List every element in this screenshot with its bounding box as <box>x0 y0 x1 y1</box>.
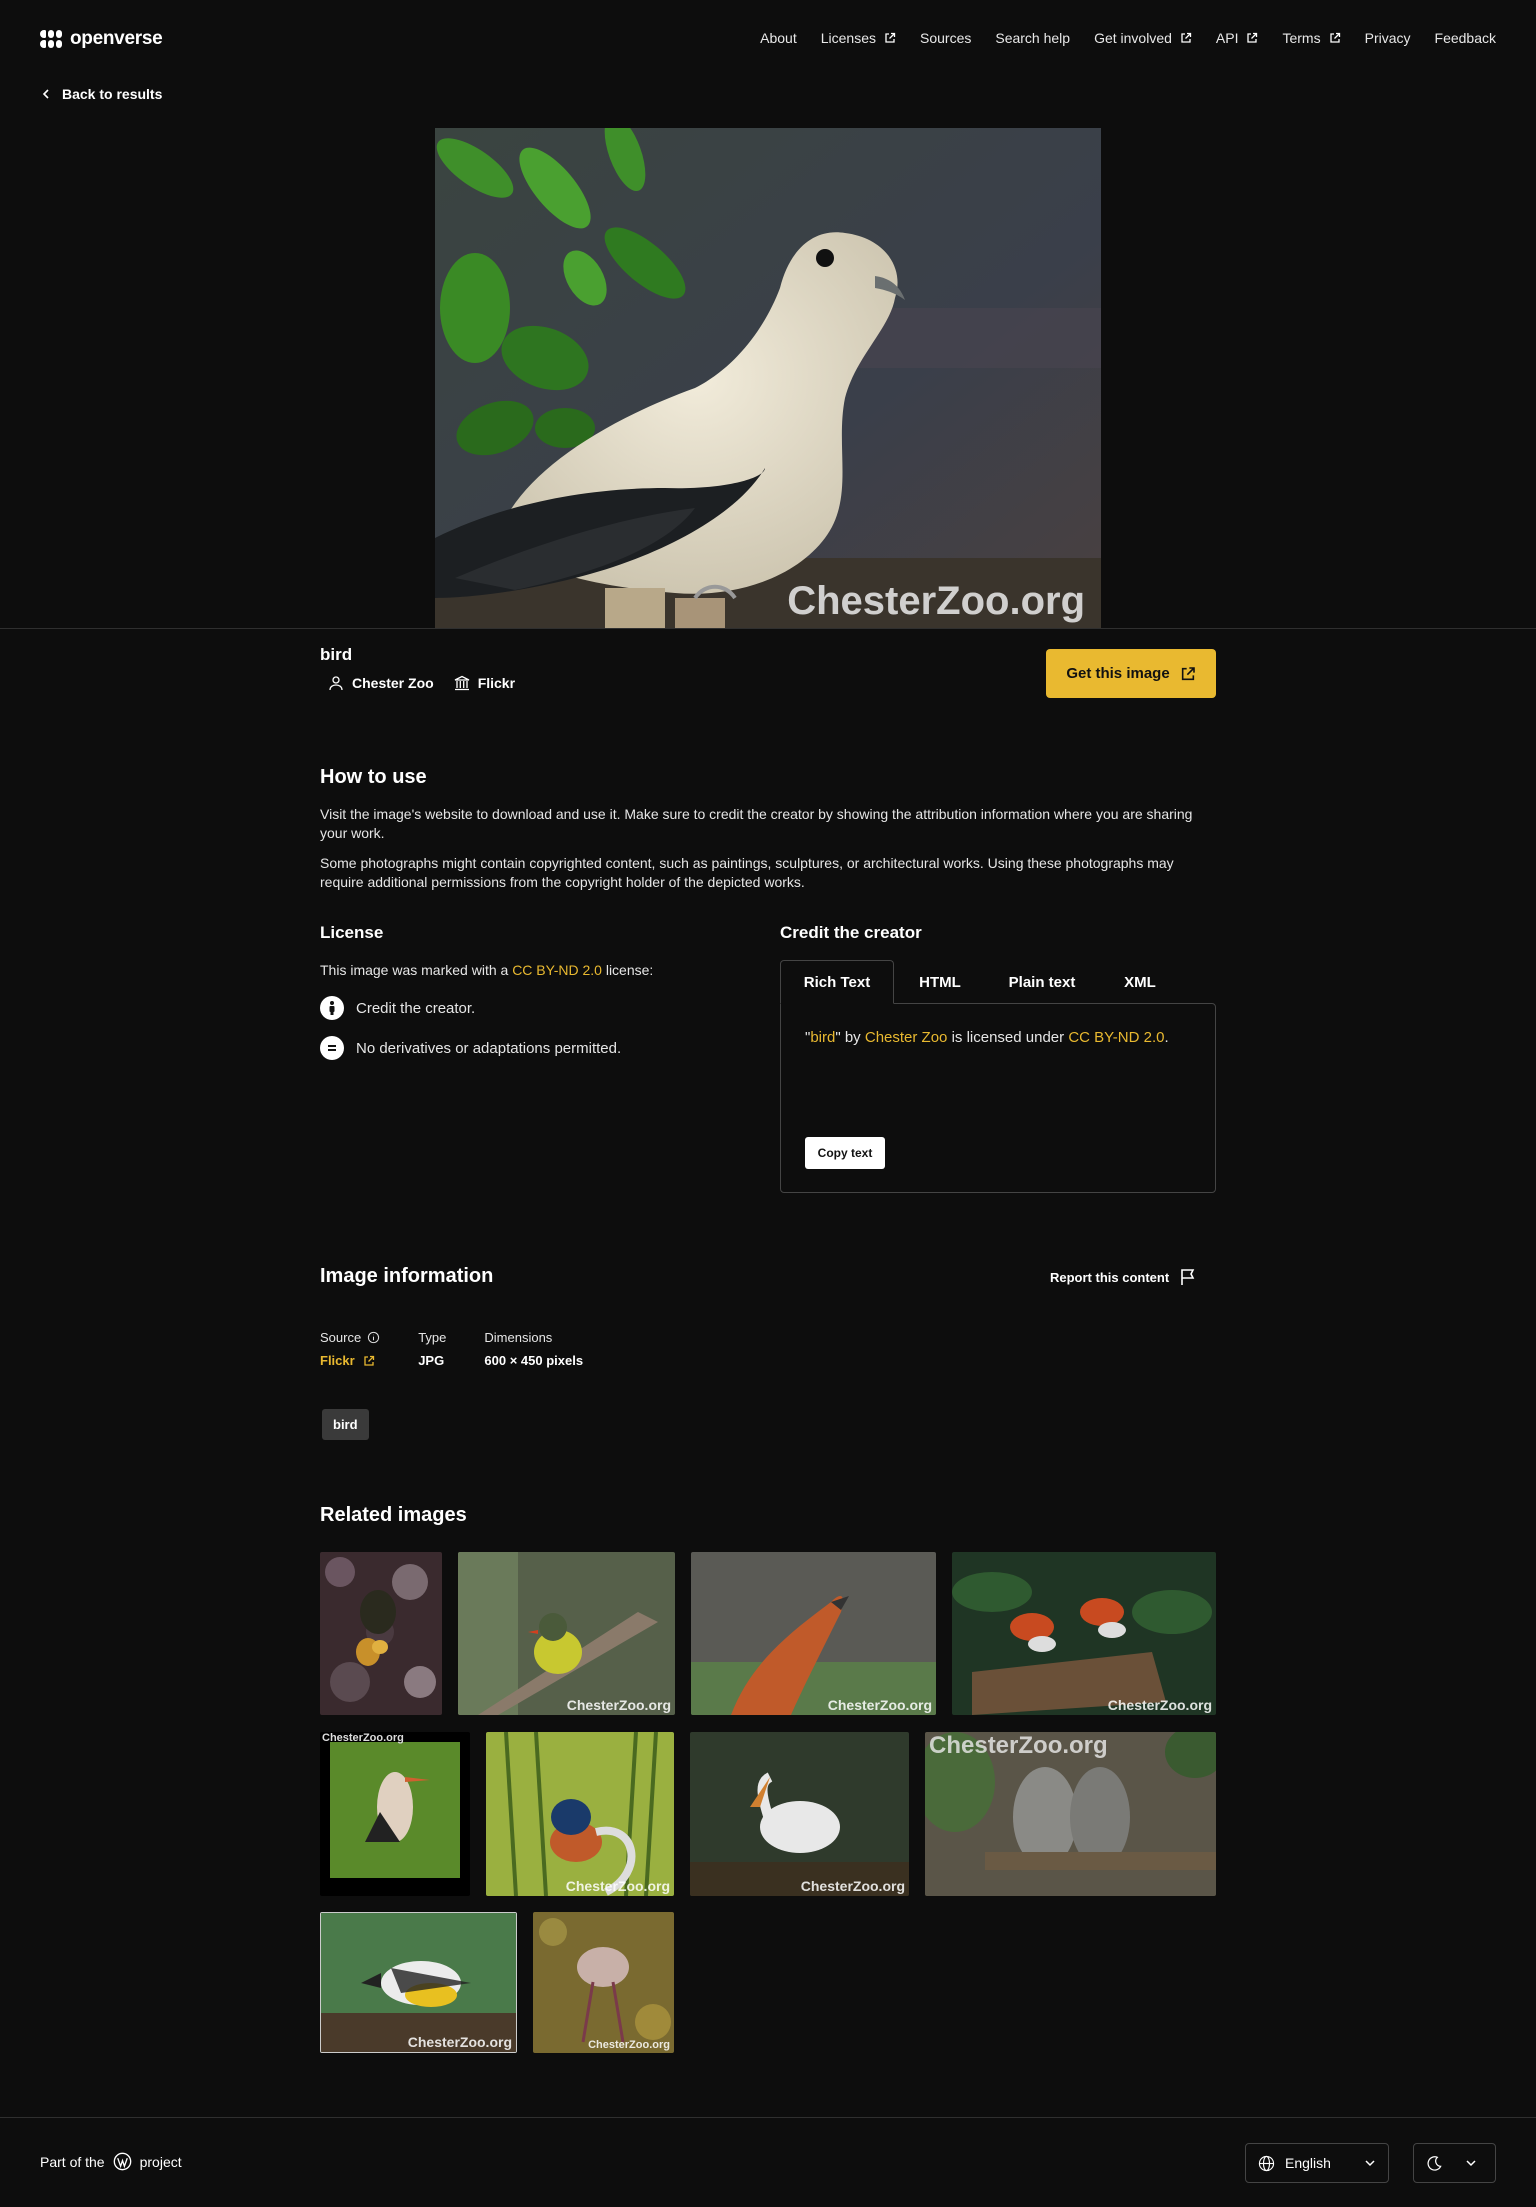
openverse-logo[interactable]: openverse <box>40 28 163 50</box>
related-image-6[interactable]: ChesterZoo.org <box>486 1732 674 1896</box>
license-heading: License <box>320 923 384 942</box>
license-item-attribution: Credit the creator. <box>320 996 475 1020</box>
info-source: Source Flickr <box>320 1330 380 1368</box>
flag-icon <box>1181 1269 1195 1285</box>
get-this-image-button[interactable]: Get this image <box>1046 649 1216 698</box>
related-image-2[interactable]: ChesterZoo.org <box>458 1552 675 1715</box>
creator-attribution-link[interactable]: Chester Zoo <box>865 1029 948 1046</box>
bird-thumbnail <box>533 1912 674 2053</box>
image-watermark: ChesterZoo.org <box>787 579 1085 623</box>
license-link[interactable]: CC BY-ND 2.0 <box>512 962 602 978</box>
language-select[interactable]: English <box>1245 2143 1389 2183</box>
white-pigeon-photo <box>435 128 1101 628</box>
bird-thumbnail <box>690 1732 909 1896</box>
tab-xml[interactable]: XML <box>1098 960 1182 1004</box>
logo-text: openverse <box>70 28 163 49</box>
nav-terms[interactable]: Terms <box>1282 30 1340 46</box>
image-info-heading: Image information <box>320 1265 494 1287</box>
source-link[interactable]: Flickr <box>454 675 515 691</box>
license-item-no-derivatives: No derivatives or adaptations permitted. <box>320 1036 621 1060</box>
info-source-link[interactable]: Flickr <box>320 1353 380 1368</box>
related-image-7[interactable]: ChesterZoo.org <box>690 1732 909 1896</box>
attribution-text: "bird" by Chester Zoo is licensed under … <box>805 1029 1169 1046</box>
report-content-button[interactable]: Report this content <box>1050 1268 1197 1286</box>
credit-format-tabs: Rich Text HTML Plain text XML <box>780 960 1216 1004</box>
nav-about[interactable]: About <box>760 30 797 46</box>
theme-select[interactable] <box>1413 2143 1496 2183</box>
related-images-heading: Related images <box>320 1504 467 1526</box>
how-to-use-paragraph: Visit the image's website to download an… <box>320 806 1193 841</box>
info-type: Type JPG <box>418 1330 447 1368</box>
main-image[interactable]: ChesterZoo.org <box>435 128 1101 628</box>
copyright-notice-paragraph: Some photographs might contain copyright… <box>320 855 1174 890</box>
openverse-logo-icon <box>40 28 62 50</box>
person-icon <box>329 676 343 691</box>
globe-icon <box>1258 2155 1275 2171</box>
related-image-4[interactable]: ChesterZoo.org <box>952 1552 1216 1715</box>
related-image-8[interactable]: ChesterZoo.org <box>925 1732 1216 1896</box>
credit-panel: "bird" by Chester Zoo is licensed under … <box>780 1003 1216 1193</box>
bird-thumbnail <box>486 1732 674 1896</box>
wordpress-icon[interactable] <box>113 2152 132 2171</box>
license-attribution-link[interactable]: CC BY-ND 2.0 <box>1068 1029 1164 1046</box>
image-meta: Chester Zoo Flickr <box>328 675 515 691</box>
chevron-left-icon <box>42 89 49 99</box>
bird-thumbnail <box>691 1552 936 1715</box>
no-derivatives-icon <box>320 1036 344 1060</box>
related-image-9[interactable]: ChesterZoo.org <box>320 1912 517 2053</box>
bird-thumbnail <box>952 1552 1216 1715</box>
tab-plain-text[interactable]: Plain text <box>986 960 1098 1004</box>
chevron-down-icon <box>1466 2160 1476 2167</box>
site-header: openverse About Licenses Sources Search … <box>0 0 1536 80</box>
chevron-down-icon <box>1365 2160 1375 2167</box>
related-image-3[interactable]: ChesterZoo.org <box>691 1552 936 1715</box>
credit-heading: Credit the creator <box>780 923 922 942</box>
related-image-10[interactable]: ChesterZoo.org <box>533 1912 674 2053</box>
external-link-icon <box>1181 32 1192 43</box>
nav-get-involved[interactable]: Get involved <box>1094 30 1192 46</box>
nav-feedback[interactable]: Feedback <box>1435 30 1496 46</box>
nav-licenses[interactable]: Licenses <box>821 30 896 46</box>
external-link-icon <box>1247 32 1258 43</box>
tab-rich-text[interactable]: Rich Text <box>780 960 894 1004</box>
nav-search-help[interactable]: Search help <box>995 30 1070 46</box>
moon-icon <box>1427 2155 1442 2171</box>
nav-api[interactable]: API <box>1216 30 1259 46</box>
bird-thumbnail <box>321 1913 516 2052</box>
license-text: This image was marked with a CC BY-ND 2.… <box>320 962 654 978</box>
related-image-5[interactable]: ChesterZoo.org <box>320 1732 470 1896</box>
nav-privacy[interactable]: Privacy <box>1365 30 1411 46</box>
related-image-1[interactable] <box>320 1552 442 1715</box>
tab-html[interactable]: HTML <box>894 960 986 1004</box>
back-to-results-link[interactable]: Back to results <box>40 86 162 102</box>
info-icon[interactable] <box>367 1331 380 1344</box>
bird-thumbnail <box>320 1552 442 1715</box>
bird-thumbnail <box>320 1732 470 1896</box>
footer-divider <box>0 2117 1536 2118</box>
external-link-icon <box>1181 666 1195 680</box>
image-title: bird <box>320 645 353 664</box>
tag-bird[interactable]: bird <box>322 1409 369 1440</box>
main-nav: About Licenses Sources Search help Get i… <box>760 30 1496 46</box>
institution-icon <box>454 675 469 691</box>
external-link-icon <box>1329 32 1340 43</box>
nav-sources[interactable]: Sources <box>920 30 971 46</box>
footer-attribution: Part of the project <box>40 2152 182 2171</box>
copy-text-button[interactable]: Copy text <box>805 1137 885 1169</box>
how-to-use-heading: How to use <box>320 766 427 788</box>
external-link-icon <box>885 32 896 43</box>
attribution-icon <box>320 996 344 1020</box>
info-dimensions: Dimensions 600 × 450 pixels <box>484 1330 584 1368</box>
bird-thumbnail <box>458 1552 675 1715</box>
work-link[interactable]: bird <box>810 1029 835 1046</box>
creator-link[interactable]: Chester Zoo <box>328 675 434 691</box>
external-link-icon <box>364 1355 374 1366</box>
image-info-columns: Source Flickr Type JPG Dimensions 600 × … <box>320 1330 583 1368</box>
divider <box>0 628 1536 629</box>
